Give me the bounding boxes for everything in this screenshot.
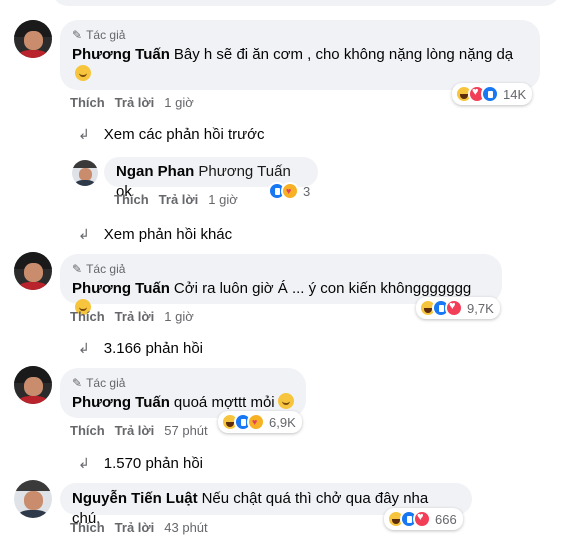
- commenter-name[interactable]: Nguyễn Tiến Luật: [72, 490, 198, 507]
- reaction-count: 9,7K: [467, 300, 494, 316]
- reaction-summary[interactable]: 3: [265, 180, 316, 202]
- view-previous-replies[interactable]: ↳ Xem các phản hồi trước: [78, 126, 265, 143]
- care-icon: [247, 413, 265, 431]
- commenter-name[interactable]: Ngan Phan: [116, 163, 194, 180]
- avatar[interactable]: [14, 480, 52, 518]
- emoji-icon: [75, 65, 91, 81]
- reply-button[interactable]: Trả lời: [115, 520, 155, 535]
- like-button[interactable]: Thích: [70, 309, 105, 324]
- like-button[interactable]: Thích: [114, 192, 149, 207]
- like-button[interactable]: Thích: [70, 520, 105, 535]
- reply-button[interactable]: Trả lời: [115, 309, 155, 324]
- avatar[interactable]: [14, 366, 52, 404]
- comment-text: Cởi ra luôn giờ Á ... ý con kiến khônggg…: [173, 280, 472, 297]
- view-more-replies[interactable]: ↳ Xem phản hồi khác: [78, 226, 232, 243]
- author-badge: ✎ Tác giả: [72, 28, 126, 42]
- reaction-count: 14K: [503, 86, 527, 102]
- comment-input-bar[interactable]: [0, 0, 580, 8]
- comment-actions: Thích Trả lời 1 giờ: [70, 309, 194, 324]
- comment-actions: Thích Trả lời 1 giờ: [114, 192, 238, 207]
- comment-time[interactable]: 1 giờ: [164, 95, 194, 110]
- mention-link[interactable]: Phương Tuấn: [198, 163, 290, 180]
- author-badge: ✎ Tác giả: [72, 262, 126, 276]
- like-button[interactable]: Thích: [70, 423, 105, 438]
- reply-button[interactable]: Trả lời: [115, 95, 155, 110]
- like-icon: [481, 85, 499, 103]
- reaction-summary[interactable]: 6,9K: [218, 411, 302, 433]
- view-replies[interactable]: ↳ 1.570 phản hồi: [78, 455, 203, 472]
- emoji-icon: [277, 393, 294, 409]
- reply-button[interactable]: Trả lời: [159, 192, 199, 207]
- reply-button[interactable]: Trả lời: [115, 423, 155, 438]
- comment-actions: Thích Trả lời 1 giờ: [70, 95, 194, 110]
- avatar[interactable]: [72, 160, 98, 186]
- reaction-count: 3: [303, 183, 311, 199]
- pencil-icon: ✎: [72, 28, 83, 42]
- reaction-count: 666: [435, 511, 457, 527]
- pencil-icon: ✎: [72, 376, 83, 390]
- reply-arrow-icon: ↳: [78, 340, 90, 356]
- love-icon: [445, 299, 463, 317]
- reaction-summary[interactable]: 666: [384, 508, 463, 530]
- comment-actions: Thích Trả lời 57 phút: [70, 423, 208, 438]
- reaction-count: 6,9K: [269, 414, 296, 430]
- comment-bubble: ✎ Tác giả Phương Tuấn Bây h sẽ đi ăn cơm ,…: [60, 20, 540, 90]
- commenter-name[interactable]: Phương Tuấn: [72, 394, 170, 411]
- comment-actions: Thích Trả lời 43 phút: [70, 520, 208, 535]
- commenter-name[interactable]: Phương Tuấn: [72, 46, 170, 63]
- author-badge: ✎ Tác giả: [72, 376, 126, 390]
- commenter-name[interactable]: Phương Tuấn: [72, 280, 170, 297]
- avatar[interactable]: [14, 252, 52, 290]
- view-replies[interactable]: ↳ 3.166 phản hồi: [78, 340, 203, 357]
- love-icon: [413, 510, 431, 528]
- reply-arrow-icon: ↳: [78, 226, 90, 242]
- comment-time[interactable]: 1 giờ: [164, 309, 194, 324]
- reaction-summary[interactable]: 9,7K: [416, 297, 500, 319]
- care-icon: [281, 182, 299, 200]
- comment-text: quoá mợttt mỏi: [173, 394, 275, 411]
- reply-arrow-icon: ↳: [78, 126, 90, 142]
- comment-time[interactable]: 1 giờ: [208, 192, 238, 207]
- comment-time[interactable]: 43 phút: [164, 520, 207, 535]
- pencil-icon: ✎: [72, 262, 83, 276]
- avatar[interactable]: [14, 20, 52, 58]
- like-button[interactable]: Thích: [70, 95, 105, 110]
- comment-time[interactable]: 57 phút: [164, 423, 207, 438]
- comment-text: Bây h sẽ đi ăn cơm , cho không nặng lòng…: [173, 46, 514, 63]
- reaction-summary[interactable]: 14K: [452, 83, 533, 105]
- reply-arrow-icon: ↳: [78, 455, 90, 471]
